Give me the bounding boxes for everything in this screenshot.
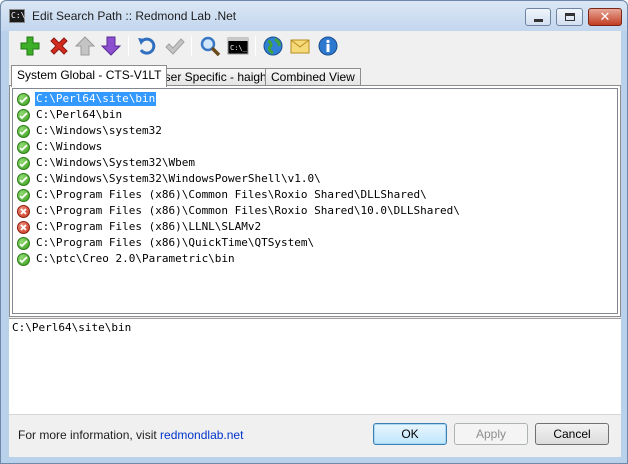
about-button[interactable] xyxy=(315,33,341,59)
path-list-item-text: C:\Program Files (x86)\LLNL\SLAMv2 xyxy=(36,220,262,233)
add-path-button[interactable] xyxy=(17,33,43,59)
search-button[interactable] xyxy=(197,33,223,59)
website-button[interactable] xyxy=(260,33,286,59)
path-list-item[interactable]: C:\Windows xyxy=(17,139,103,155)
maximize-icon xyxy=(564,13,575,21)
valid-path-check-icon xyxy=(17,172,30,186)
delete-path-button[interactable] xyxy=(46,33,72,59)
path-list-item[interactable]: C:\Perl64\bin xyxy=(17,107,123,123)
valid-path-check-icon xyxy=(17,92,30,106)
footer-info-text: For more information, visit xyxy=(18,428,161,442)
move-up-icon xyxy=(74,36,96,56)
console-app-icon: C:\ xyxy=(9,9,25,23)
path-list-item[interactable]: C:\Program Files (x86)\QuickTime\QTSyste… xyxy=(17,235,315,251)
valid-path-check-icon xyxy=(17,252,30,266)
search-icon xyxy=(200,36,221,57)
add-icon xyxy=(20,36,40,56)
toolbar-separator xyxy=(255,36,256,56)
path-list-item[interactable]: C:\Perl64\site\bin xyxy=(17,91,157,107)
path-list-item-text: C:\ptc\Creo 2.0\Parametric\bin xyxy=(36,252,235,265)
minimize-icon xyxy=(533,18,543,22)
path-list-item-text: C:\Windows xyxy=(36,140,103,153)
path-list-item-text: C:\Perl64\bin xyxy=(36,108,123,121)
path-list-item-text: C:\Windows\system32 xyxy=(36,124,162,137)
mail-icon xyxy=(290,39,310,54)
website-link[interactable]: redmondlab.net xyxy=(160,428,243,442)
path-list-item-text: C:\Perl64\site\bin xyxy=(35,92,157,106)
path-edit-value: C:\Perl64\site\bin xyxy=(12,321,132,334)
move-up-button[interactable] xyxy=(72,33,98,59)
path-list-item[interactable]: C:\Program Files (x86)\LLNL\SLAMv2 xyxy=(17,219,262,235)
valid-path-check-icon xyxy=(17,188,30,202)
footer-info: For more information, visit redmondlab.n… xyxy=(18,428,243,442)
close-icon: ✕ xyxy=(599,9,611,25)
close-button[interactable]: ✕ xyxy=(588,8,622,26)
path-list-item[interactable]: C:\Windows\System32\WindowsPowerShell\v1… xyxy=(17,171,322,187)
move-down-icon xyxy=(100,36,122,56)
delete-icon xyxy=(50,37,68,55)
path-list-item-text: C:\Program Files (x86)\QuickTime\QTSyste… xyxy=(36,236,315,249)
check-icon xyxy=(165,38,185,55)
path-list-item[interactable]: C:\Windows\System32\Wbem xyxy=(17,155,196,171)
undo-icon xyxy=(138,37,156,55)
tab-panel: C:\Perl64\site\bin C:\Perl64\bin C:\Window… xyxy=(9,85,621,317)
toolbar-separator xyxy=(128,36,129,56)
valid-path-check-icon xyxy=(17,124,30,138)
invalid-path-x-icon xyxy=(17,204,30,218)
minimize-button[interactable] xyxy=(525,8,551,26)
cancel-button[interactable]: Cancel xyxy=(535,423,609,445)
valid-path-check-icon xyxy=(17,140,30,154)
edit-search-path-window: C:\ Edit Search Path :: Redmond Lab .Net… xyxy=(0,0,628,464)
title-bar[interactable]: C:\ Edit Search Path :: Redmond Lab .Net… xyxy=(1,1,627,31)
path-list-item[interactable]: C:\Windows\system32 xyxy=(17,123,163,139)
tab-user-specific[interactable]: User Specific - haigh1 xyxy=(150,68,280,86)
command-prompt-icon: C:\_ xyxy=(227,37,249,55)
ok-button[interactable]: OK xyxy=(373,423,447,445)
path-list-item[interactable]: C:\Program Files (x86)\Common Files\Roxi… xyxy=(17,203,461,219)
undo-button[interactable] xyxy=(134,33,160,59)
path-edit-field[interactable]: C:\Perl64\site\bin xyxy=(9,318,621,415)
info-icon xyxy=(318,36,338,56)
path-list-item-text: C:\Program Files (x86)\Common Files\Roxi… xyxy=(36,188,427,201)
apply-check-button[interactable] xyxy=(161,33,187,59)
command-prompt-button[interactable]: C:\_ xyxy=(225,33,251,59)
path-list-item[interactable]: C:\ptc\Creo 2.0\Parametric\bin xyxy=(17,251,236,267)
tab-system-global[interactable]: System Global - CTS-V1LT xyxy=(11,65,168,87)
path-list-item-text: C:\Windows\System32\Wbem xyxy=(36,156,195,169)
valid-path-check-icon xyxy=(17,108,30,122)
scope-tabs: System Global - CTS-V1LT User Specific -… xyxy=(9,65,621,87)
invalid-path-x-icon xyxy=(17,220,30,234)
tab-combined-view[interactable]: Combined View xyxy=(265,68,361,86)
valid-path-check-icon xyxy=(17,156,30,170)
window-title: Edit Search Path :: Redmond Lab .Net xyxy=(32,9,237,23)
apply-button[interactable]: Apply xyxy=(454,423,528,445)
globe-icon xyxy=(263,36,283,56)
path-list-item-text: C:\Windows\System32\WindowsPowerShell\v1… xyxy=(36,172,321,185)
path-list-item-text: C:\Program Files (x86)\Common Files\Roxi… xyxy=(36,204,460,217)
move-down-button[interactable] xyxy=(98,33,124,59)
email-button[interactable] xyxy=(287,33,313,59)
svg-text:C:\_: C:\_ xyxy=(230,44,248,52)
dialog-client-area: C:\_ System Global - CTS-V1LT User Speci… xyxy=(9,31,621,457)
path-list-item[interactable]: C:\Program Files (x86)\Common Files\Roxi… xyxy=(17,187,428,203)
valid-path-check-icon xyxy=(17,236,30,250)
toolbar: C:\_ xyxy=(9,31,621,63)
maximize-button[interactable] xyxy=(556,8,583,26)
toolbar-separator xyxy=(191,36,192,56)
path-list[interactable]: C:\Perl64\site\bin C:\Perl64\bin C:\Window… xyxy=(12,88,618,314)
